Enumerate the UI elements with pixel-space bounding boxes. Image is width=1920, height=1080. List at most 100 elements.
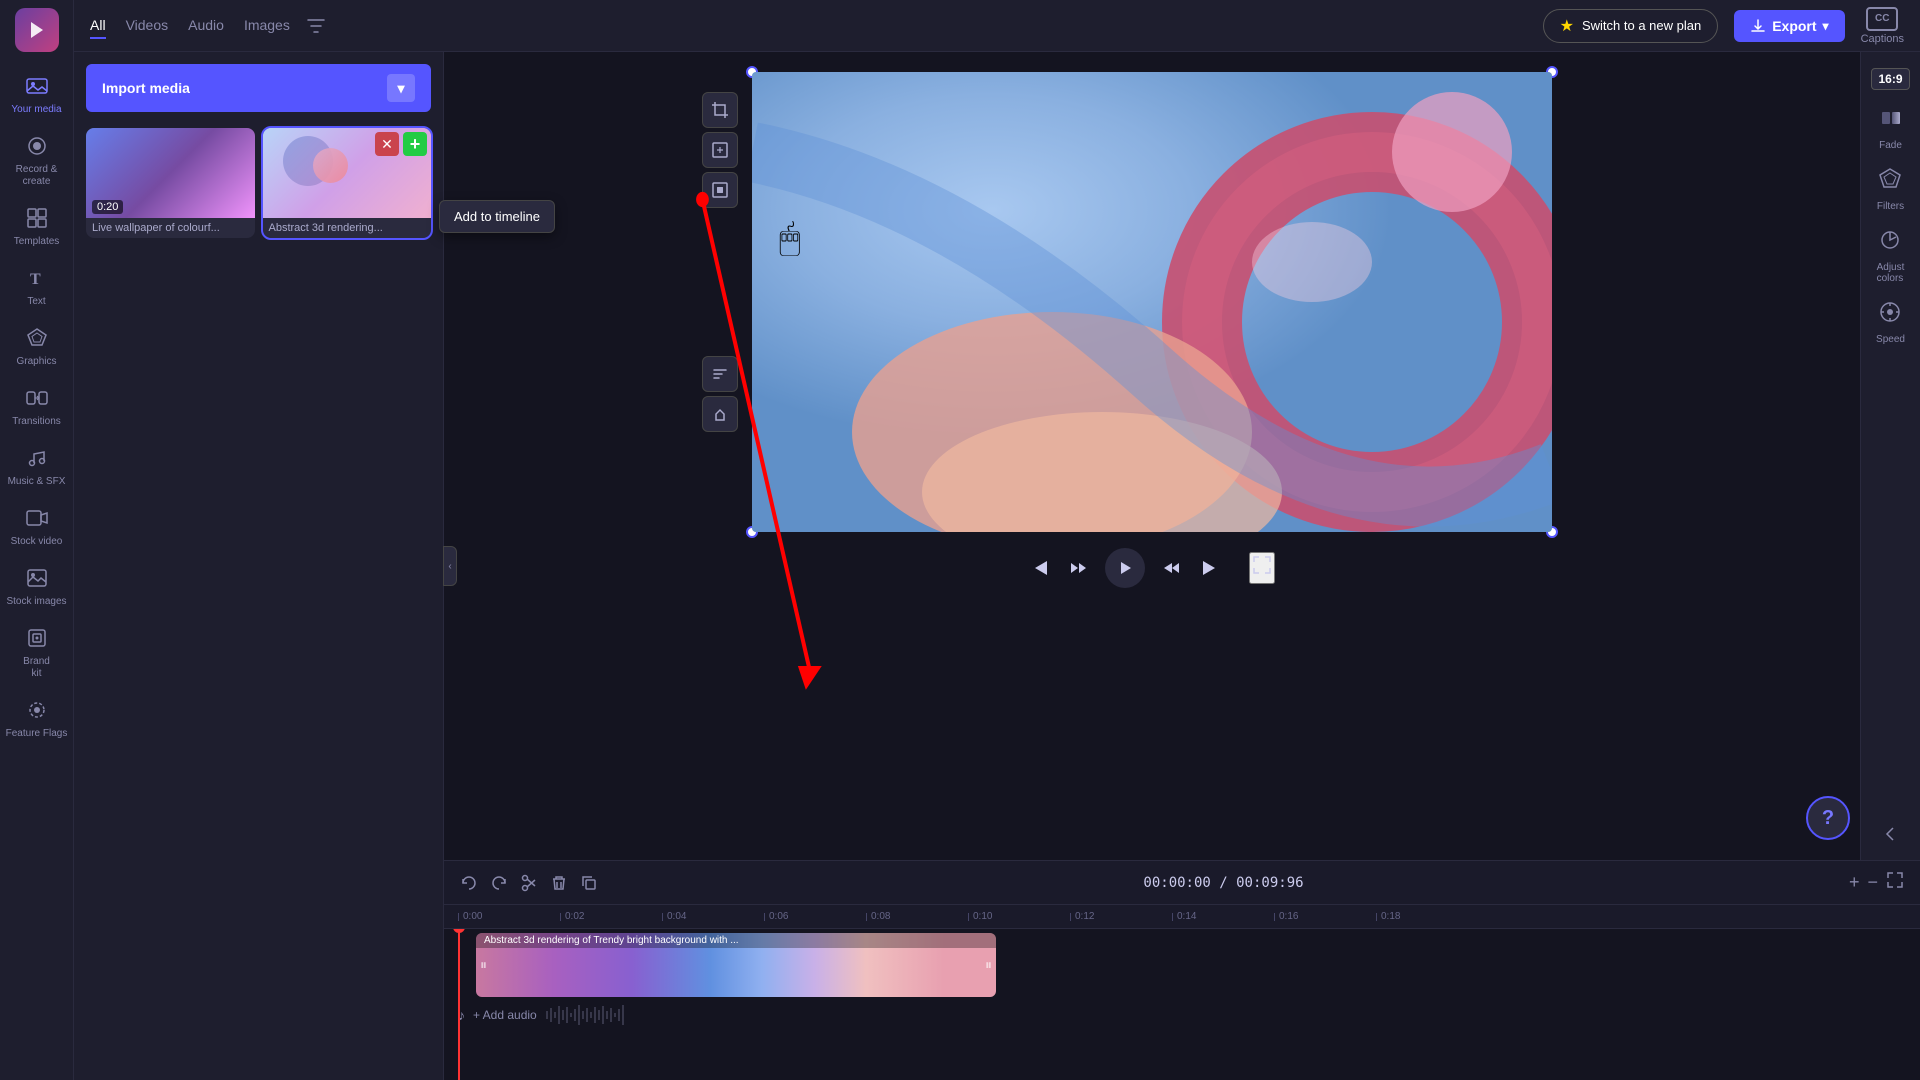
add-audio-button[interactable]: + Add audio [473,1008,537,1022]
ruler-0:10: 0:10 [968,911,1070,922]
add-timeline-tooltip-text: Add to timeline [454,209,540,224]
media-delete-2-button[interactable]: ✕ [375,132,399,156]
tab-videos[interactable]: Videos [126,13,169,39]
overlay-btn-1[interactable] [702,356,738,392]
tab-images[interactable]: Images [244,13,290,39]
timeline-area: 00:00:00 / 00:09:96 + − [444,860,1920,1080]
cut-button[interactable] [520,874,538,892]
video-clip[interactable]: Abstract 3d rendering of Trendy bright b… [476,933,996,997]
right-panel: 16:9 [1860,52,1920,860]
skip-end-button[interactable] [1199,557,1221,579]
ruler-0:00: 0:00 [458,911,560,922]
timeline-playhead[interactable] [458,929,460,1080]
clip-pause-left: ⏸ [480,957,487,974]
overlay-btn-2[interactable] [702,396,738,432]
add-timeline-tooltip: Add to timeline [439,200,555,233]
sidebar-item-transitions[interactable]: Transitions [2,376,72,436]
undo-button[interactable] [460,874,478,892]
zoom-in-button[interactable]: + [1849,872,1860,893]
play-pause-button[interactable] [1105,548,1145,588]
ruler-0:18: 0:18 [1376,911,1478,922]
media-add-2-button[interactable]: + [403,132,427,156]
filter-icon[interactable] [306,14,330,38]
star-icon: ★ [1560,16,1574,36]
video-preview [752,72,1552,532]
zoom-fit-button[interactable] [1886,871,1904,894]
overlay-toolbar [702,356,738,432]
captions-button[interactable]: CC Captions [1861,7,1904,45]
sidebar-item-record-create[interactable]: Record &create [2,124,72,196]
record-create-icon [23,132,51,160]
audio-track: ♪ + Add audio [444,1001,1920,1029]
stock-images-label: Stock images [6,596,66,608]
templates-icon [23,204,51,232]
skip-start-button[interactable] [1029,557,1051,579]
position-btn[interactable] [702,172,738,208]
duplicate-button[interactable] [580,874,598,892]
clip-label: Abstract 3d rendering of Trendy bright b… [476,933,996,948]
sidebar-item-brand-kit[interactable]: Brandkit [2,616,72,688]
rewind-button[interactable] [1067,557,1089,579]
filters-panel-item[interactable]: Filters [1877,167,1904,212]
export-chevron-icon: ▾ [1823,19,1829,33]
tab-all[interactable]: All [90,13,106,39]
import-media-button[interactable]: Import media ▾ [86,64,431,112]
media-panel-header: Import media ▾ [74,52,443,120]
resize-btn[interactable] [702,132,738,168]
zoom-out-button[interactable]: − [1867,872,1878,893]
help-button[interactable]: ? [1806,796,1850,840]
media-duration-1: 0:20 [92,200,123,214]
sidebar: Your media Record &create Templates T [0,0,74,1080]
transitions-icon [23,384,51,412]
sidebar-item-templates[interactable]: Templates [2,196,72,256]
tab-audio[interactable]: Audio [188,13,224,39]
sidebar-item-text[interactable]: T Text [2,256,72,316]
media-grid: 0:20 Live wallpaper of colourf... ✕ + [74,120,443,246]
speed-panel-item[interactable]: Speed [1876,300,1905,345]
export-button[interactable]: Export ▾ [1734,10,1844,42]
app-logo[interactable] [15,8,59,52]
ruler-marks: 0:00 0:02 0:04 0:06 0:08 0:10 0:12 0:14 … [458,911,1478,922]
feature-flags-label: Feature Flags [6,728,68,740]
fade-icon [1879,106,1903,136]
sidebar-item-stock-images[interactable]: Stock images [2,556,72,616]
timeline-tracks: Abstract 3d rendering of Trendy bright b… [444,929,1920,1080]
collapse-panel-button[interactable]: ‹ [443,546,457,586]
speed-icon [1878,300,1902,330]
ruler-0:04: 0:04 [662,911,764,922]
ruler-0:08: 0:08 [866,911,968,922]
sidebar-item-stock-video[interactable]: Stock video [2,496,72,556]
captions-icon: CC [1866,7,1898,31]
ruler-0:14: 0:14 [1172,911,1274,922]
adjust-colors-panel-item[interactable]: Adjustcolors [1877,228,1905,284]
right-collapse-button[interactable] [1884,824,1898,844]
sidebar-item-your-media[interactable]: Your media [2,64,72,124]
timeline-time-display: 00:00:00 / 00:09:96 [610,875,1837,891]
delete-button[interactable] [550,874,568,892]
sidebar-item-feature-flags[interactable]: Feature Flags [2,688,72,748]
stock-video-label: Stock video [11,536,63,548]
brand-label: Brandkit [23,656,50,680]
preview-container: 16:9 [444,52,1920,1080]
redo-button[interactable] [490,874,508,892]
music-sfx-label: Music & SFX [8,476,66,488]
fade-panel-item[interactable]: Fade [1879,106,1903,151]
clip-pause-right: ⏸ [985,957,992,974]
sidebar-item-graphics[interactable]: Graphics [2,316,72,376]
import-media-label: Import media [102,80,190,96]
switch-plan-button[interactable]: ★ Switch to a new plan [1543,9,1719,43]
ruler-0:02: 0:02 [560,911,662,922]
record-create-label: Record &create [16,164,58,188]
switch-plan-label: Switch to a new plan [1582,18,1701,33]
media-item-1[interactable]: 0:20 Live wallpaper of colourf... [86,128,255,238]
crop-btn[interactable] [702,92,738,128]
aspect-ratio-selector[interactable]: 16:9 [1871,68,1909,90]
fullscreen-button[interactable] [1249,552,1275,584]
forward-button[interactable] [1161,557,1183,579]
media-item-2[interactable]: ✕ + Abstract 3d rendering... [263,128,432,238]
your-media-icon [23,72,51,100]
media-label-2: Abstract 3d rendering... [263,218,432,238]
media-tabs: All Videos Audio Images [90,13,290,39]
timeline-toolbar: 00:00:00 / 00:09:96 + − [444,861,1920,905]
sidebar-item-music-sfx[interactable]: Music & SFX [2,436,72,496]
